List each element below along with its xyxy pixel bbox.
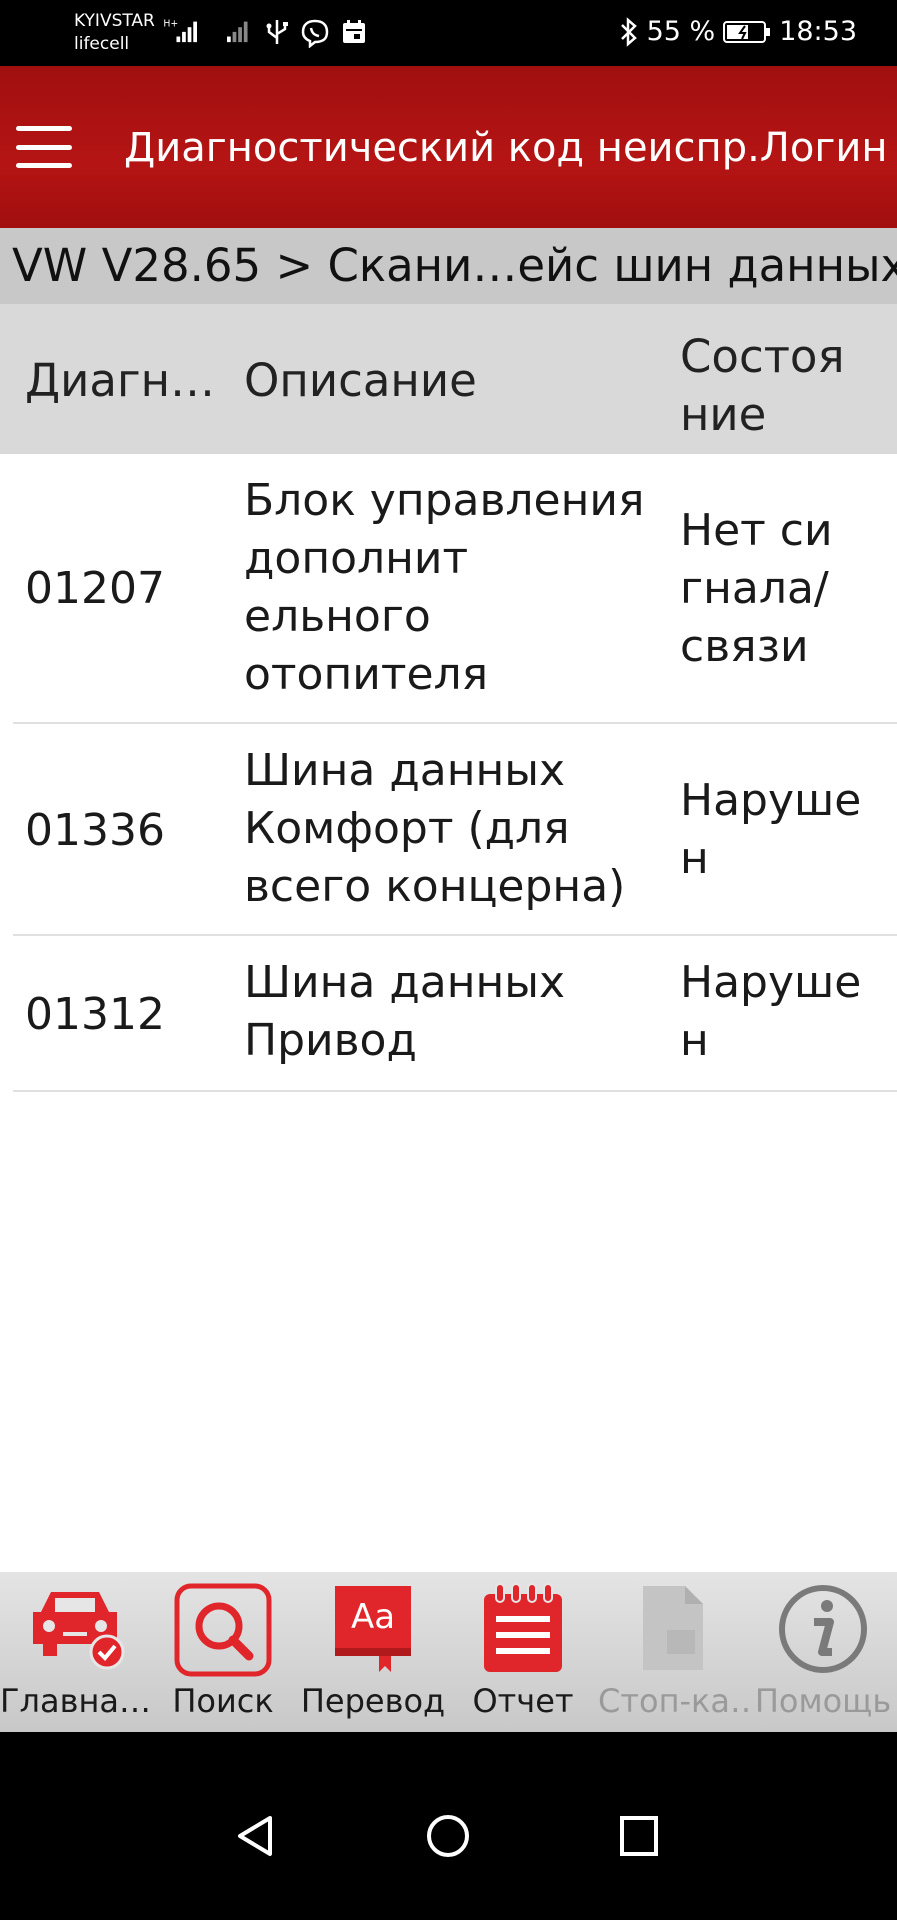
carrier-2: lifecell: [74, 34, 130, 54]
translate-book-icon: Aa: [335, 1586, 411, 1672]
usb-icon: [266, 20, 288, 44]
fault-code: 01207: [25, 563, 165, 614]
fault-description-line: ельного: [244, 591, 431, 642]
page-title: Диагностический код неиспр.Логин: [124, 125, 888, 171]
svg-text:Aa: Aa: [351, 1597, 395, 1637]
calendar-icon: [343, 20, 365, 43]
fault-description-line: Шина данных: [244, 957, 566, 1008]
fault-description-line: Привод: [244, 1015, 417, 1066]
toolbar-label: Поиск: [172, 1682, 274, 1720]
fault-description-line: отопителя: [244, 649, 489, 700]
toolbar-label: Стоп-ка…: [598, 1682, 748, 1720]
home-icon[interactable]: [426, 1814, 470, 1858]
clock: 18:53: [779, 16, 857, 47]
table-row[interactable]: 01336 Шина данных Комфорт (для всего кон…: [13, 724, 897, 936]
table-row[interactable]: 01207 Блок управления дополнит ельного о…: [13, 454, 897, 724]
status-right: 55 % 18:53: [619, 16, 857, 47]
fault-description-line: всего концерна): [244, 861, 626, 912]
column-header-code: Диагн…: [25, 354, 216, 407]
signal-strength-2-icon: [227, 21, 248, 43]
fault-description-line: Шина данных: [244, 745, 566, 796]
battery-percent: 55 %: [646, 16, 716, 47]
back-icon[interactable]: [234, 1814, 276, 1858]
car-check-icon: [33, 1592, 125, 1670]
fault-description-line: Комфорт (для: [244, 803, 570, 854]
fault-code-table: 01207 Блок управления дополнит ельного о…: [0, 454, 897, 1092]
fault-description: Шина данных Комфорт (для всего концерна): [244, 742, 684, 916]
breadcrumb[interactable]: VW V28.65 > Скани…ейс шин данных: [0, 228, 897, 304]
status-bar: KYIVSTAR lifecell H+ 55 % 18:53: [0, 0, 897, 66]
hamburger-line: [16, 126, 72, 131]
table-header: Диагн… Описание Состоя ние: [0, 304, 897, 454]
toolbar-label: Перевод: [300, 1682, 446, 1720]
fault-status-line: Наруше: [680, 775, 862, 826]
svg-text:H+: H+: [163, 18, 178, 29]
carrier-names: KYIVSTAR lifecell: [74, 10, 155, 56]
column-header-description: Описание: [244, 354, 477, 407]
app-bar: Диагностический код неиспр.Логин: [0, 66, 897, 228]
fault-code: 01336: [25, 805, 165, 856]
recent-apps-icon[interactable]: [618, 1814, 660, 1858]
notification-icons: [264, 18, 368, 48]
battery-icon: [723, 20, 771, 43]
bluetooth-icon: [620, 16, 637, 47]
fault-description-line: Блок управления: [244, 475, 645, 526]
toolbar-home-button[interactable]: Главна…: [0, 1572, 150, 1732]
carrier-1: KYIVSTAR: [74, 11, 155, 31]
signal-strength-icon: H+: [163, 18, 197, 43]
toolbar-label: Отчет: [472, 1682, 574, 1720]
document-icon: [643, 1586, 703, 1670]
search-icon: [174, 1583, 272, 1677]
fault-status: Нет си гнала/ связи: [680, 502, 880, 676]
toolbar-freeze-frame-button[interactable]: Стоп-ка…: [598, 1572, 748, 1732]
system-navigation-bar: [0, 1732, 897, 1920]
fault-status-line: гнала/: [680, 563, 829, 614]
fault-description-line: дополнит: [244, 533, 469, 584]
toolbar-report-button[interactable]: Отчет: [448, 1572, 598, 1732]
fault-description: Шина данных Привод: [244, 954, 684, 1070]
menu-button[interactable]: [16, 126, 72, 168]
column-header-status-line: ние: [680, 388, 767, 441]
toolbar-label: Главна…: [0, 1682, 150, 1720]
column-header-status-line: Состоя: [680, 330, 845, 383]
toolbar-translate-button[interactable]: Aa Перевод: [298, 1572, 448, 1732]
toolbar-search-button[interactable]: Поиск: [148, 1572, 298, 1732]
toolbar-label: Помощь: [754, 1682, 892, 1720]
fault-status-line: связи: [680, 621, 809, 672]
fault-status: Наруше н: [680, 772, 880, 888]
hamburger-line: [16, 144, 72, 150]
table-row[interactable]: 01312 Шина данных Привод Наруше н: [13, 936, 897, 1092]
hamburger-line: [16, 163, 72, 168]
bottom-toolbar: Главна… Поиск Aa Перевод Отчет Стоп-ка… …: [0, 1572, 897, 1732]
info-icon: [779, 1585, 867, 1673]
report-notepad-icon: [484, 1583, 562, 1672]
fault-description: Блок управления дополнит ельного отопите…: [244, 472, 684, 704]
fault-status-line: н: [680, 833, 709, 884]
viber-icon: [301, 19, 329, 48]
fault-status-line: н: [680, 1015, 709, 1066]
fault-status: Наруше н: [680, 954, 880, 1070]
fault-status-line: Наруше: [680, 957, 862, 1008]
column-header-status: Состоя ние: [680, 328, 845, 444]
fault-status-line: Нет си: [680, 505, 833, 556]
fault-code: 01312: [25, 989, 165, 1040]
toolbar-help-button[interactable]: Помощь: [748, 1572, 897, 1732]
